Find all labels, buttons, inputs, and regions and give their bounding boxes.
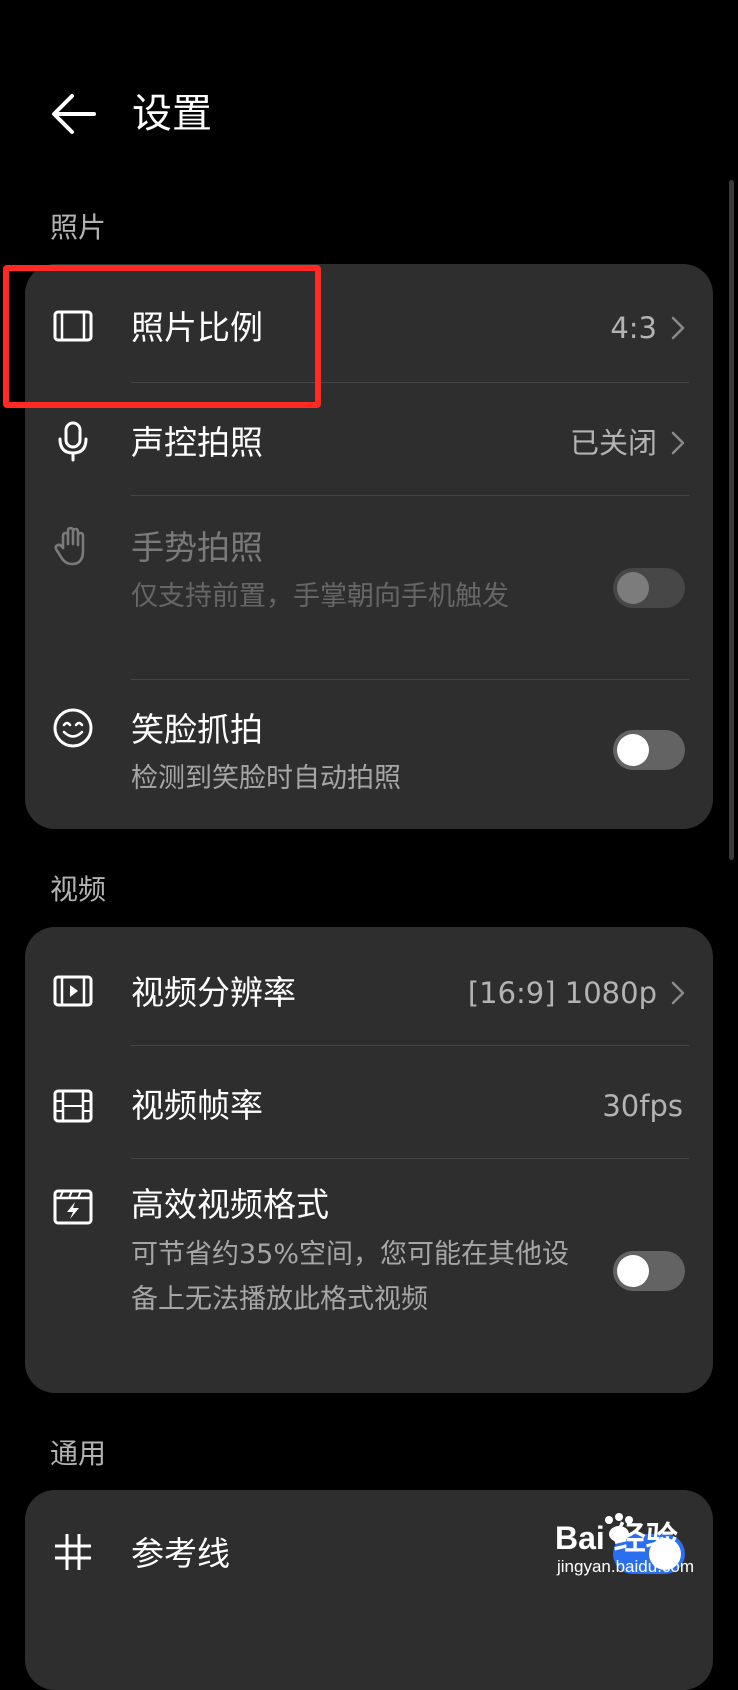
settings-item-title: 声控拍照 (131, 423, 263, 462)
annotation-highlight-box (3, 265, 321, 408)
settings-item-efficient-video-format[interactable]: 高效视频格式 可节省约35%空间，您可能在其他设备上无法播放此格式视频 (25, 1159, 713, 1393)
chevron-right-icon (671, 981, 685, 1005)
smile-icon (53, 708, 93, 748)
settings-item-title: 视频帧率 (131, 1086, 263, 1125)
film-strip-icon (53, 1089, 93, 1123)
toggle-knob (617, 734, 649, 766)
toggle-knob (617, 1255, 649, 1287)
settings-item-value: [16:9] 1080p (467, 976, 657, 1010)
efficient-video-icon (53, 1189, 93, 1225)
section-label-general: 通用 (50, 1437, 107, 1470)
video-resolution-icon (53, 975, 93, 1007)
settings-item-title: 手势拍照 (131, 528, 263, 567)
watermark-brand: Bai 经验 (555, 1520, 678, 1556)
chevron-right-icon (671, 431, 685, 455)
settings-item-title: 视频分辨率 (131, 973, 296, 1012)
settings-item-description: 可节省约35%空间，您可能在其他设备上无法播放此格式视频 (131, 1239, 570, 1315)
smile-capture-toggle[interactable] (613, 730, 685, 770)
settings-item-value: 30fps (602, 1089, 683, 1123)
baidu-jingyan-watermark: Bai 经验 jingyan.baidu.com (555, 1513, 705, 1584)
chevron-right-icon (671, 316, 685, 340)
settings-item-title: 参考线 (131, 1534, 230, 1573)
section-label-photo: 照片 (50, 211, 107, 244)
settings-item-video-frame-rate[interactable]: 视频帧率 30fps (25, 1046, 713, 1158)
settings-item-value: 4:3 (610, 311, 657, 345)
section-label-video: 视频 (50, 873, 107, 906)
hand-icon (54, 526, 85, 566)
settings-item-description: 检测到笑脸时自动拍照 (131, 763, 401, 794)
efficient-video-format-toggle[interactable] (613, 1251, 685, 1291)
settings-item-value: 已关闭 (569, 426, 657, 460)
settings-item-title: 高效视频格式 (131, 1185, 329, 1224)
settings-item-video-resolution[interactable]: 视频分辨率 [16:9] 1080p (25, 927, 713, 1045)
video-settings-card: 视频分辨率 [16:9] 1080p 视频帧率 30fps 高效视频格式 可节省… (25, 927, 713, 1393)
settings-item-title: 笑脸抓拍 (131, 710, 263, 749)
grid-hash-icon (55, 1534, 91, 1570)
toggle-knob (617, 572, 649, 604)
back-button[interactable] (44, 84, 104, 144)
settings-item-description: 仅支持前置，手掌朝向手机触发 (131, 581, 509, 612)
top-bar: 设置 (0, 60, 738, 170)
settings-item-smile-capture[interactable]: 笑脸抓拍 检测到笑脸时自动拍照 (25, 680, 713, 829)
microphone-icon (58, 421, 88, 462)
watermark-site: jingyan.baidu.com (557, 1557, 695, 1576)
gesture-capture-toggle[interactable] (613, 568, 685, 608)
page-title: 设置 (132, 91, 212, 137)
settings-item-gesture-capture[interactable]: 手势拍照 仅支持前置，手掌朝向手机触发 (25, 496, 713, 679)
scrollbar[interactable] (729, 180, 734, 860)
arrow-left-icon (52, 94, 96, 134)
